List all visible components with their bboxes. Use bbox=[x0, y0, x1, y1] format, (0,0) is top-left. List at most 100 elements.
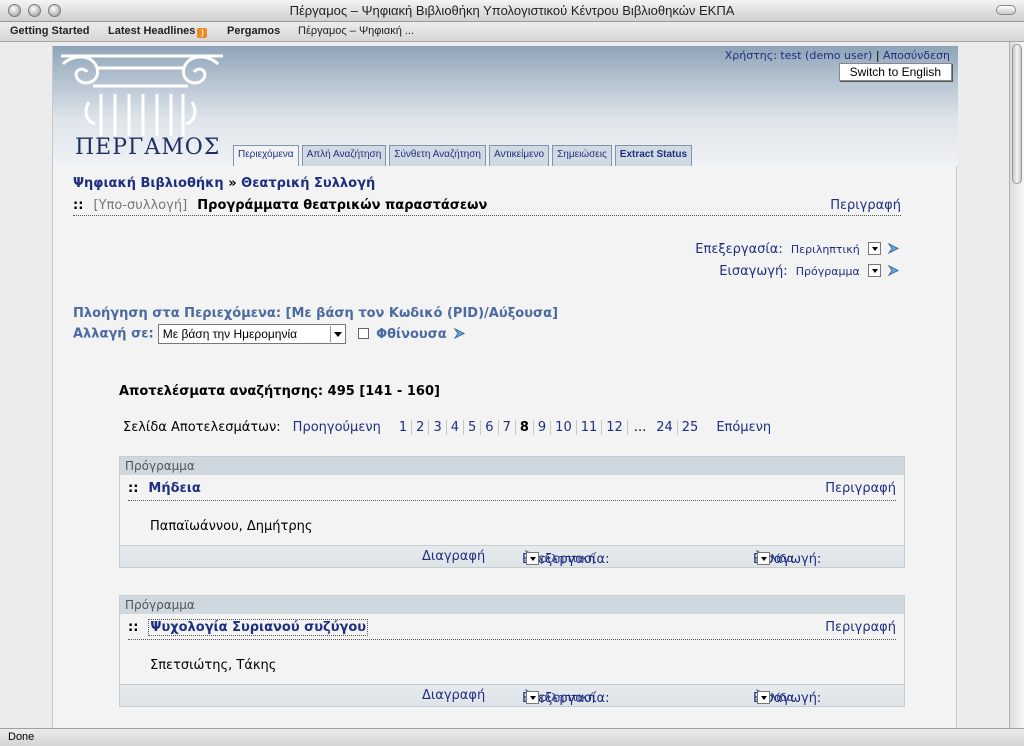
item-title-link[interactable]: Ψυχολογία Συριανού συζύγου bbox=[148, 619, 369, 636]
site-header: ΠΕΡΓΑΜΟΣ Χρήστης: test (demo user) | Απο… bbox=[53, 46, 958, 166]
breadcrumb-separator: » bbox=[228, 176, 237, 191]
sort-go-icon[interactable] bbox=[453, 327, 466, 340]
edit-go-icon[interactable] bbox=[887, 242, 900, 255]
import-select-value[interactable]: Πρόγραμμα bbox=[796, 265, 860, 278]
bookmark-pergamos-greek[interactable]: Πέργαμος – Ψηφιακή ... bbox=[298, 25, 414, 37]
pager-page-link[interactable]: 7 bbox=[499, 420, 516, 435]
item-description-link[interactable]: Περιγραφή bbox=[825, 481, 896, 496]
descending-checkbox[interactable] bbox=[357, 327, 369, 339]
subcollection-description-link[interactable]: Περιγραφή bbox=[830, 198, 901, 213]
item-edit-dropdown-icon[interactable] bbox=[526, 552, 539, 565]
item-import-dropdown-icon[interactable] bbox=[757, 691, 770, 704]
bullet-dots: :: bbox=[128, 481, 139, 496]
minimize-window-icon[interactable] bbox=[28, 4, 41, 17]
tab-0[interactable]: Περιεχόμενα bbox=[233, 145, 299, 166]
rss-icon: ) bbox=[197, 28, 208, 38]
pager-page-link[interactable]: 4 bbox=[447, 420, 464, 435]
pager-page-link[interactable]: 11 bbox=[577, 420, 603, 435]
pagination: Σελίδα Αποτελεσμάτων: Προηγούμενη 1 2 3 4 5 6 7 8… bbox=[123, 420, 771, 435]
breadcrumb-current[interactable]: Θεατρική Συλλογή bbox=[241, 176, 375, 191]
breadcrumb-home[interactable]: Ψηφιακή Βιβλιοθήκη bbox=[73, 176, 224, 191]
delete-link[interactable]: Διαγραφή bbox=[422, 688, 485, 703]
user-link[interactable]: Χρήστης: test (demo user) bbox=[725, 49, 873, 62]
pager-next-link[interactable]: Επόμενη bbox=[716, 420, 771, 435]
item-import-dropdown-icon[interactable] bbox=[757, 552, 770, 565]
bullet-dots: :: bbox=[73, 198, 84, 213]
delete-link[interactable]: Διαγραφή bbox=[422, 549, 485, 564]
edit-control: Επεξεργασία: Περιληπτική bbox=[695, 242, 900, 257]
pager-page-link[interactable]: 9 bbox=[534, 420, 552, 435]
logout-link[interactable]: Αποσύνδεση bbox=[883, 49, 950, 62]
status-bar: Done bbox=[0, 728, 1024, 746]
page-viewport: ΠΕΡΓΑΜΟΣ Χρήστης: test (demo user) | Απο… bbox=[0, 42, 1009, 728]
zoom-window-icon[interactable] bbox=[48, 4, 61, 17]
tab-4[interactable]: Σημειώσεις bbox=[552, 145, 612, 166]
close-window-icon[interactable] bbox=[8, 4, 21, 17]
pager-page-link[interactable]: 6 bbox=[481, 420, 499, 435]
toolbar-toggle-icon[interactable] bbox=[996, 5, 1016, 15]
pager-ellipsis: ... bbox=[633, 420, 647, 435]
change-label: Αλλαγή σε: bbox=[73, 326, 154, 342]
user-info: Χρήστης: test (demo user) | Αποσύνδεση bbox=[724, 49, 950, 62]
result-card: Πρόγραμμα:: Ψυχολογία Συριανού συζύγου Περ… bbox=[119, 595, 905, 707]
pager-page-link[interactable]: 5 bbox=[464, 420, 482, 435]
chevron-down-icon bbox=[329, 326, 344, 342]
edit-dropdown-icon[interactable] bbox=[867, 242, 881, 255]
window-title: Πέργαμος – Ψηφιακή Βιβλιοθήκη Υπολογιστι… bbox=[289, 3, 735, 18]
sort-select[interactable]: Με βάση την Ημερομηνία bbox=[157, 324, 346, 344]
breadcrumb: Ψηφιακή Βιβλιοθήκη » Θεατρική Συλλογή bbox=[73, 176, 375, 191]
bookmarks-bar: Getting Started Latest Headlines) Pergam… bbox=[0, 22, 1024, 42]
pager-label: Σελίδα Αποτελεσμάτων: bbox=[123, 420, 281, 435]
subcollection-name: Προγράμματα θεατρικών παραστάσεων bbox=[197, 198, 488, 213]
edit-label: Επεξεργασία: bbox=[695, 242, 783, 257]
main-tabs: Περιεχόμενα Απλή Αναζήτηση Σύνθετη Αναζήτη… bbox=[233, 145, 695, 166]
subcollection-header: :: [Υπο-συλλογή] Προγράμματα θεατρικών π… bbox=[73, 198, 901, 216]
page-content: ΠΕΡΓΑΜΟΣ Χρήστης: test (demo user) | Απο… bbox=[52, 46, 958, 728]
item-description-link[interactable]: Περιγραφή bbox=[825, 620, 896, 635]
item-header: :: Μήδεια Περιγραφή bbox=[128, 475, 896, 501]
bullet-dots: :: bbox=[128, 620, 139, 635]
tab-3[interactable]: Αντικείμενο bbox=[488, 145, 550, 166]
scrollbar-thumb[interactable] bbox=[1012, 44, 1022, 184]
tab-1[interactable]: Απλή Αναζήτηση bbox=[301, 145, 387, 166]
item-actions: Διαγραφή Επεξεργασία: Περιληπτική Εισαγωγή:… bbox=[120, 545, 904, 567]
vertical-scrollbar[interactable] bbox=[1009, 42, 1024, 728]
item-author: Παπαϊωάννου, Δημήτρης bbox=[150, 519, 313, 534]
pager-page-link[interactable]: 25 bbox=[678, 420, 703, 435]
item-type: Πρόγραμμα bbox=[120, 457, 904, 475]
pager-page-link[interactable]: 2 bbox=[412, 420, 430, 435]
item-actions: Διαγραφή Επεξεργασία: Περιληπτική Εισαγωγή:… bbox=[120, 684, 904, 706]
subcollection-prefix: [Υπο-συλλογή] bbox=[93, 198, 188, 213]
descending-label: Φθίνουσα bbox=[376, 326, 447, 342]
item-edit-dropdown-icon[interactable] bbox=[526, 691, 539, 704]
pager-page-link[interactable]: 3 bbox=[429, 420, 447, 435]
navigation-info: Πλοήγηση στα Περιεχόμενα: [Με βάση τον Κ… bbox=[73, 306, 559, 321]
pager-page-link[interactable]: 24 bbox=[652, 420, 678, 435]
sort-controls: Αλλαγή σε: Με βάση την Ημερομηνία Φθίνου… bbox=[73, 324, 466, 344]
import-control: Εισαγωγή: Πρόγραμμα bbox=[719, 264, 900, 279]
pager-current-page: 8 bbox=[516, 420, 534, 435]
tab-2[interactable]: Σύνθετη Αναζήτηση bbox=[389, 145, 486, 166]
results-summary: Αποτελέσματα αναζήτησης: 495 [141 - 160] bbox=[119, 384, 440, 399]
svg-text:ΠΕΡΓΑΜΟΣ: ΠΕΡΓΑΜΟΣ bbox=[75, 135, 220, 160]
bookmark-latest-headlines[interactable]: Latest Headlines) bbox=[108, 25, 208, 38]
item-author: Σπετσιώτης, Τάκης bbox=[150, 658, 277, 673]
pager-prev-link[interactable]: Προηγούμενη bbox=[293, 420, 381, 435]
item-title-link[interactable]: Μήδεια bbox=[148, 481, 200, 496]
bookmark-getting-started[interactable]: Getting Started bbox=[10, 25, 89, 37]
item-header: :: Ψυχολογία Συριανού συζύγου Περιγραφή bbox=[128, 614, 896, 640]
tab-5[interactable]: Extract Status bbox=[614, 145, 693, 166]
pergamos-logo: ΠΕΡΓΑΜΟΣ bbox=[61, 54, 223, 160]
result-card: Πρόγραμμα:: Μήδεια ΠεριγραφήΠαπαϊωάννου, Δ… bbox=[119, 456, 905, 568]
window-titlebar: Πέργαμος – Ψηφιακή Βιβλιοθήκη Υπολογιστι… bbox=[0, 0, 1024, 22]
bookmark-pergamos[interactable]: Pergamos bbox=[227, 25, 280, 37]
pager-page-link[interactable]: 1 bbox=[395, 420, 413, 435]
import-go-icon[interactable] bbox=[887, 264, 900, 277]
import-dropdown-icon[interactable] bbox=[867, 264, 881, 277]
item-type: Πρόγραμμα bbox=[120, 596, 904, 614]
edit-select-value[interactable]: Περιληπτική bbox=[791, 243, 860, 256]
switch-language-button[interactable]: Switch to English bbox=[838, 63, 952, 81]
pager-page-link[interactable]: 10 bbox=[551, 420, 577, 435]
import-label: Εισαγωγή: bbox=[719, 264, 788, 279]
pager-page-link[interactable]: 12 bbox=[602, 420, 628, 435]
